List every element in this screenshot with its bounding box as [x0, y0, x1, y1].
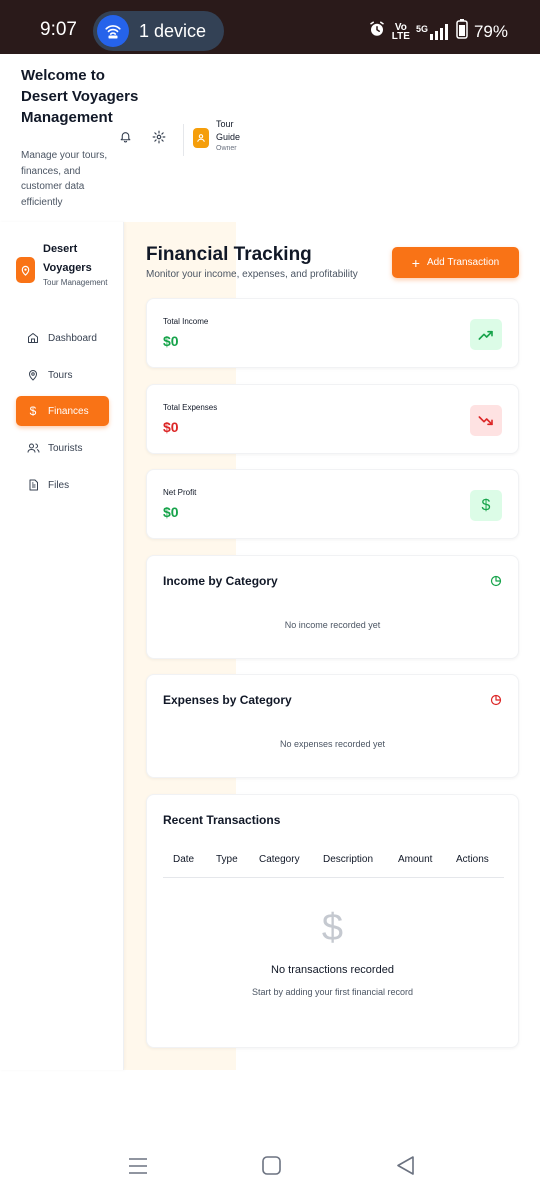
signal-icon: 5G — [416, 23, 450, 40]
alarm-icon — [368, 20, 386, 43]
stat-card-total-expenses: Total Expenses $0 — [146, 384, 519, 454]
bell-icon[interactable] — [119, 130, 132, 148]
user-role: Tour Guide — [216, 119, 241, 142]
trending-down-icon — [470, 405, 502, 436]
brand-name: Desert Voyagers — [43, 243, 92, 274]
status-time: 9:07 — [40, 19, 77, 40]
battery-icon — [456, 19, 468, 44]
device-pill[interactable]: 1 device — [93, 11, 224, 51]
plus-icon: + — [411, 254, 420, 271]
recent-transactions-card: Recent Transactions Date Type Category D… — [146, 794, 519, 1048]
expense-category-card: Expenses by Category No expenses recorde… — [146, 674, 519, 778]
table-header: Date Type Category Description Amount Ac… — [163, 854, 504, 878]
user-status: Owner — [216, 145, 237, 152]
sidebar-item-label: Tourists — [48, 442, 83, 454]
recent-apps-icon[interactable] — [128, 1156, 148, 1181]
card-title: Recent Transactions — [163, 813, 281, 827]
column-description: Description — [323, 854, 374, 865]
sidebar-item-label: Tours — [48, 369, 73, 381]
dollar-icon: $ — [29, 404, 37, 418]
file-icon — [26, 479, 40, 491]
stat-card-total-income: Total Income $0 — [146, 298, 519, 368]
card-title: Income by Category — [163, 574, 278, 588]
page-title: Financial Tracking — [146, 244, 312, 265]
add-transaction-label: Add Transaction — [426, 257, 500, 268]
sidebar-item-dashboard[interactable]: Dashboard — [16, 323, 109, 353]
sidebar-item-label: Dashboard — [48, 332, 97, 344]
empty-title: No transactions recorded — [271, 964, 394, 976]
card-title: Expenses by Category — [163, 693, 292, 707]
empty-dollar-icon: $ — [321, 907, 344, 949]
welcome-subtitle: Manage your tours, finances, and custome… — [21, 150, 108, 208]
system-navigation-bar — [0, 1140, 540, 1200]
stat-value: $0 — [163, 419, 179, 435]
sidebar-item-files[interactable]: Files — [16, 470, 109, 500]
sidebar-item-label: Finances — [48, 405, 89, 417]
brand-subtitle: Tour Management — [43, 278, 108, 287]
income-category-card: Income by Category No income recorded ye… — [146, 555, 519, 659]
sidebar-item-tours[interactable]: Tours — [16, 360, 109, 390]
column-amount: Amount — [398, 854, 433, 865]
brand-logo — [16, 257, 35, 283]
column-type: Type — [216, 854, 238, 865]
status-icons: Vo LTE 5G 79% — [368, 19, 508, 44]
stat-card-net-profit: Net Profit $0 $ — [146, 469, 519, 539]
header-divider — [183, 124, 184, 156]
stat-value: $0 — [163, 333, 179, 349]
stat-label: Net Profit — [163, 488, 197, 497]
empty-subtitle: Start by adding your first financial rec… — [251, 987, 414, 997]
sidebar-item-tourists[interactable]: Tourists — [16, 433, 109, 463]
column-category: Category — [259, 854, 300, 865]
pie-chart-icon — [490, 574, 502, 592]
battery-percent: 79% — [473, 21, 508, 41]
page-subtitle: Monitor your income, expenses, and profi… — [146, 269, 358, 280]
wifi-hotspot-icon — [97, 15, 129, 47]
gear-icon[interactable] — [152, 130, 166, 149]
device-label: 1 device — [139, 20, 207, 41]
stat-label: Total Income — [163, 317, 209, 326]
sidebar-item-finances[interactable]: $ Finances — [16, 396, 109, 426]
stat-value: $0 — [163, 504, 179, 520]
map-pin-icon — [26, 369, 40, 381]
empty-message: No income recorded yet — [284, 620, 381, 630]
empty-message: No expenses recorded yet — [279, 739, 386, 749]
column-date: Date — [173, 854, 195, 865]
pie-chart-icon — [490, 693, 502, 711]
welcome-title: Welcome to Desert Voyagers Management — [21, 67, 139, 126]
back-icon[interactable] — [396, 1156, 415, 1180]
stat-label: Total Expenses — [163, 403, 218, 412]
app-header: Welcome to Desert Voyagers Management Ma… — [0, 54, 240, 222]
volte-indicator: Vo LTE — [391, 21, 410, 42]
sidebar: Desert Voyagers Tour Management Dashboar… — [0, 222, 124, 1070]
add-transaction-button[interactable]: + Add Transaction — [392, 247, 519, 278]
sidebar-item-label: Files — [48, 479, 70, 491]
dollar-icon: $ — [470, 490, 502, 521]
trending-up-icon — [470, 319, 502, 350]
user-avatar[interactable] — [193, 128, 209, 148]
home-button-icon[interactable] — [262, 1156, 281, 1180]
column-actions: Actions — [456, 854, 489, 865]
users-icon — [26, 442, 40, 454]
home-icon — [26, 332, 40, 344]
status-bar: 9:07 1 device Vo LTE 5G 79% — [0, 0, 540, 54]
